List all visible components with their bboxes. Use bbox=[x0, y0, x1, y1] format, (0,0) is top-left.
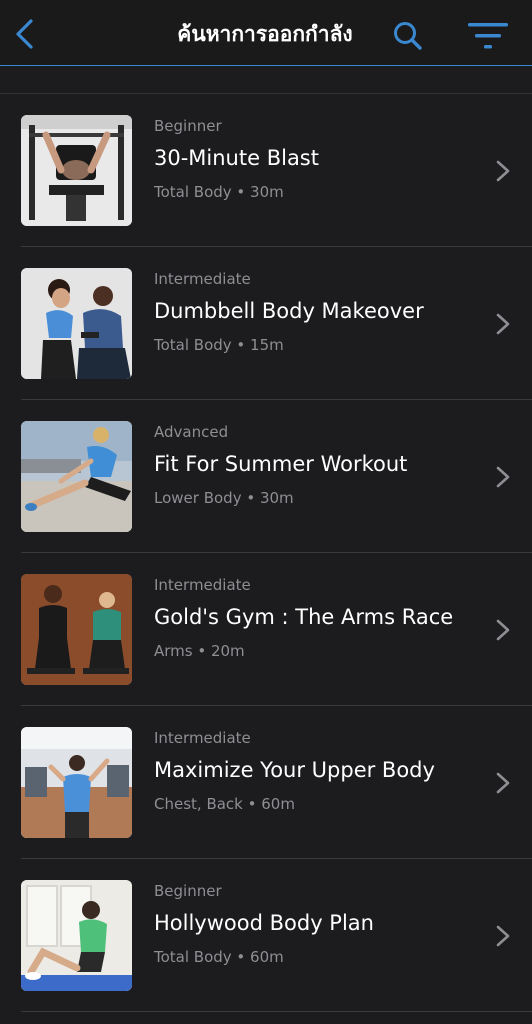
workout-thumbnail bbox=[21, 727, 132, 838]
search-icon bbox=[394, 22, 422, 50]
page-title: ค้นหาการออกกำลัง bbox=[177, 22, 353, 46]
workout-row[interactable]: Intermediate Maximize Your Upper Body Ch… bbox=[0, 706, 532, 859]
chevron-right-icon bbox=[496, 466, 510, 488]
workout-row[interactable]: Advanced Fit For Summer Workout Lower Bo… bbox=[0, 400, 532, 553]
chevron-right-icon bbox=[496, 313, 510, 335]
workout-meta: Arms • 20m bbox=[154, 642, 245, 660]
workout-thumbnail bbox=[21, 880, 132, 991]
workout-level: Intermediate bbox=[154, 270, 251, 288]
situp-mat-photo bbox=[21, 880, 132, 991]
workout-row[interactable]: Beginner 30-Minute Blast Total Body • 30… bbox=[0, 94, 532, 247]
workout-meta: Total Body • 60m bbox=[154, 948, 284, 966]
workout-meta: Chest, Back • 60m bbox=[154, 795, 295, 813]
chevron-right-icon bbox=[496, 619, 510, 641]
workout-row[interactable]: Intermediate Dumbbell Body Makeover Tota… bbox=[0, 247, 532, 400]
workout-meta: Total Body • 30m bbox=[154, 183, 284, 201]
workout-row[interactable]: Beginner Hollywood Body Plan Total Body … bbox=[0, 859, 532, 1012]
workout-level: Intermediate bbox=[154, 729, 251, 747]
chevron-left-icon bbox=[16, 19, 33, 49]
navigation-bar: ค้นหาการออกกำลัง bbox=[0, 0, 532, 66]
filter-icon bbox=[468, 23, 508, 49]
workout-thumbnail bbox=[21, 115, 132, 226]
filter-button[interactable] bbox=[464, 16, 512, 56]
chevron-right-icon bbox=[496, 772, 510, 794]
workout-meta: Total Body • 15m bbox=[154, 336, 284, 354]
back-button[interactable] bbox=[6, 14, 42, 54]
stretch-outdoor-photo bbox=[21, 421, 132, 532]
workout-thumbnail bbox=[21, 574, 132, 685]
search-button[interactable] bbox=[388, 16, 428, 56]
workout-title: Fit For Summer Workout bbox=[154, 452, 408, 476]
arms-race-photo bbox=[21, 574, 132, 685]
bench-press-photo bbox=[21, 115, 132, 226]
workout-title: 30-Minute Blast bbox=[154, 146, 319, 170]
workout-title: Gold's Gym : The Arms Race bbox=[154, 605, 454, 629]
workout-title: Maximize Your Upper Body bbox=[154, 758, 435, 782]
workout-search-screen: ค้นหาการออกกำลัง Beginner 30-Minute Blas… bbox=[0, 0, 532, 1024]
workout-level: Intermediate bbox=[154, 576, 251, 594]
workout-level: Beginner bbox=[154, 117, 222, 135]
workout-level: Beginner bbox=[154, 882, 222, 900]
workout-title: Dumbbell Body Makeover bbox=[154, 299, 424, 323]
workout-list: Beginner 30-Minute Blast Total Body • 30… bbox=[0, 94, 532, 1012]
dumbbell-couple-photo bbox=[21, 268, 132, 379]
workout-meta: Lower Body • 30m bbox=[154, 489, 294, 507]
chevron-right-icon bbox=[496, 925, 510, 947]
workout-title: Hollywood Body Plan bbox=[154, 911, 374, 935]
workout-thumbnail bbox=[21, 421, 132, 532]
row-divider bbox=[21, 1011, 532, 1012]
chevron-right-icon bbox=[496, 160, 510, 182]
upper-body-gym-photo bbox=[21, 727, 132, 838]
workout-thumbnail bbox=[21, 268, 132, 379]
workout-level: Advanced bbox=[154, 423, 229, 441]
list-header-spacer bbox=[0, 66, 532, 94]
workout-row[interactable]: Intermediate Gold's Gym : The Arms Race … bbox=[0, 553, 532, 706]
